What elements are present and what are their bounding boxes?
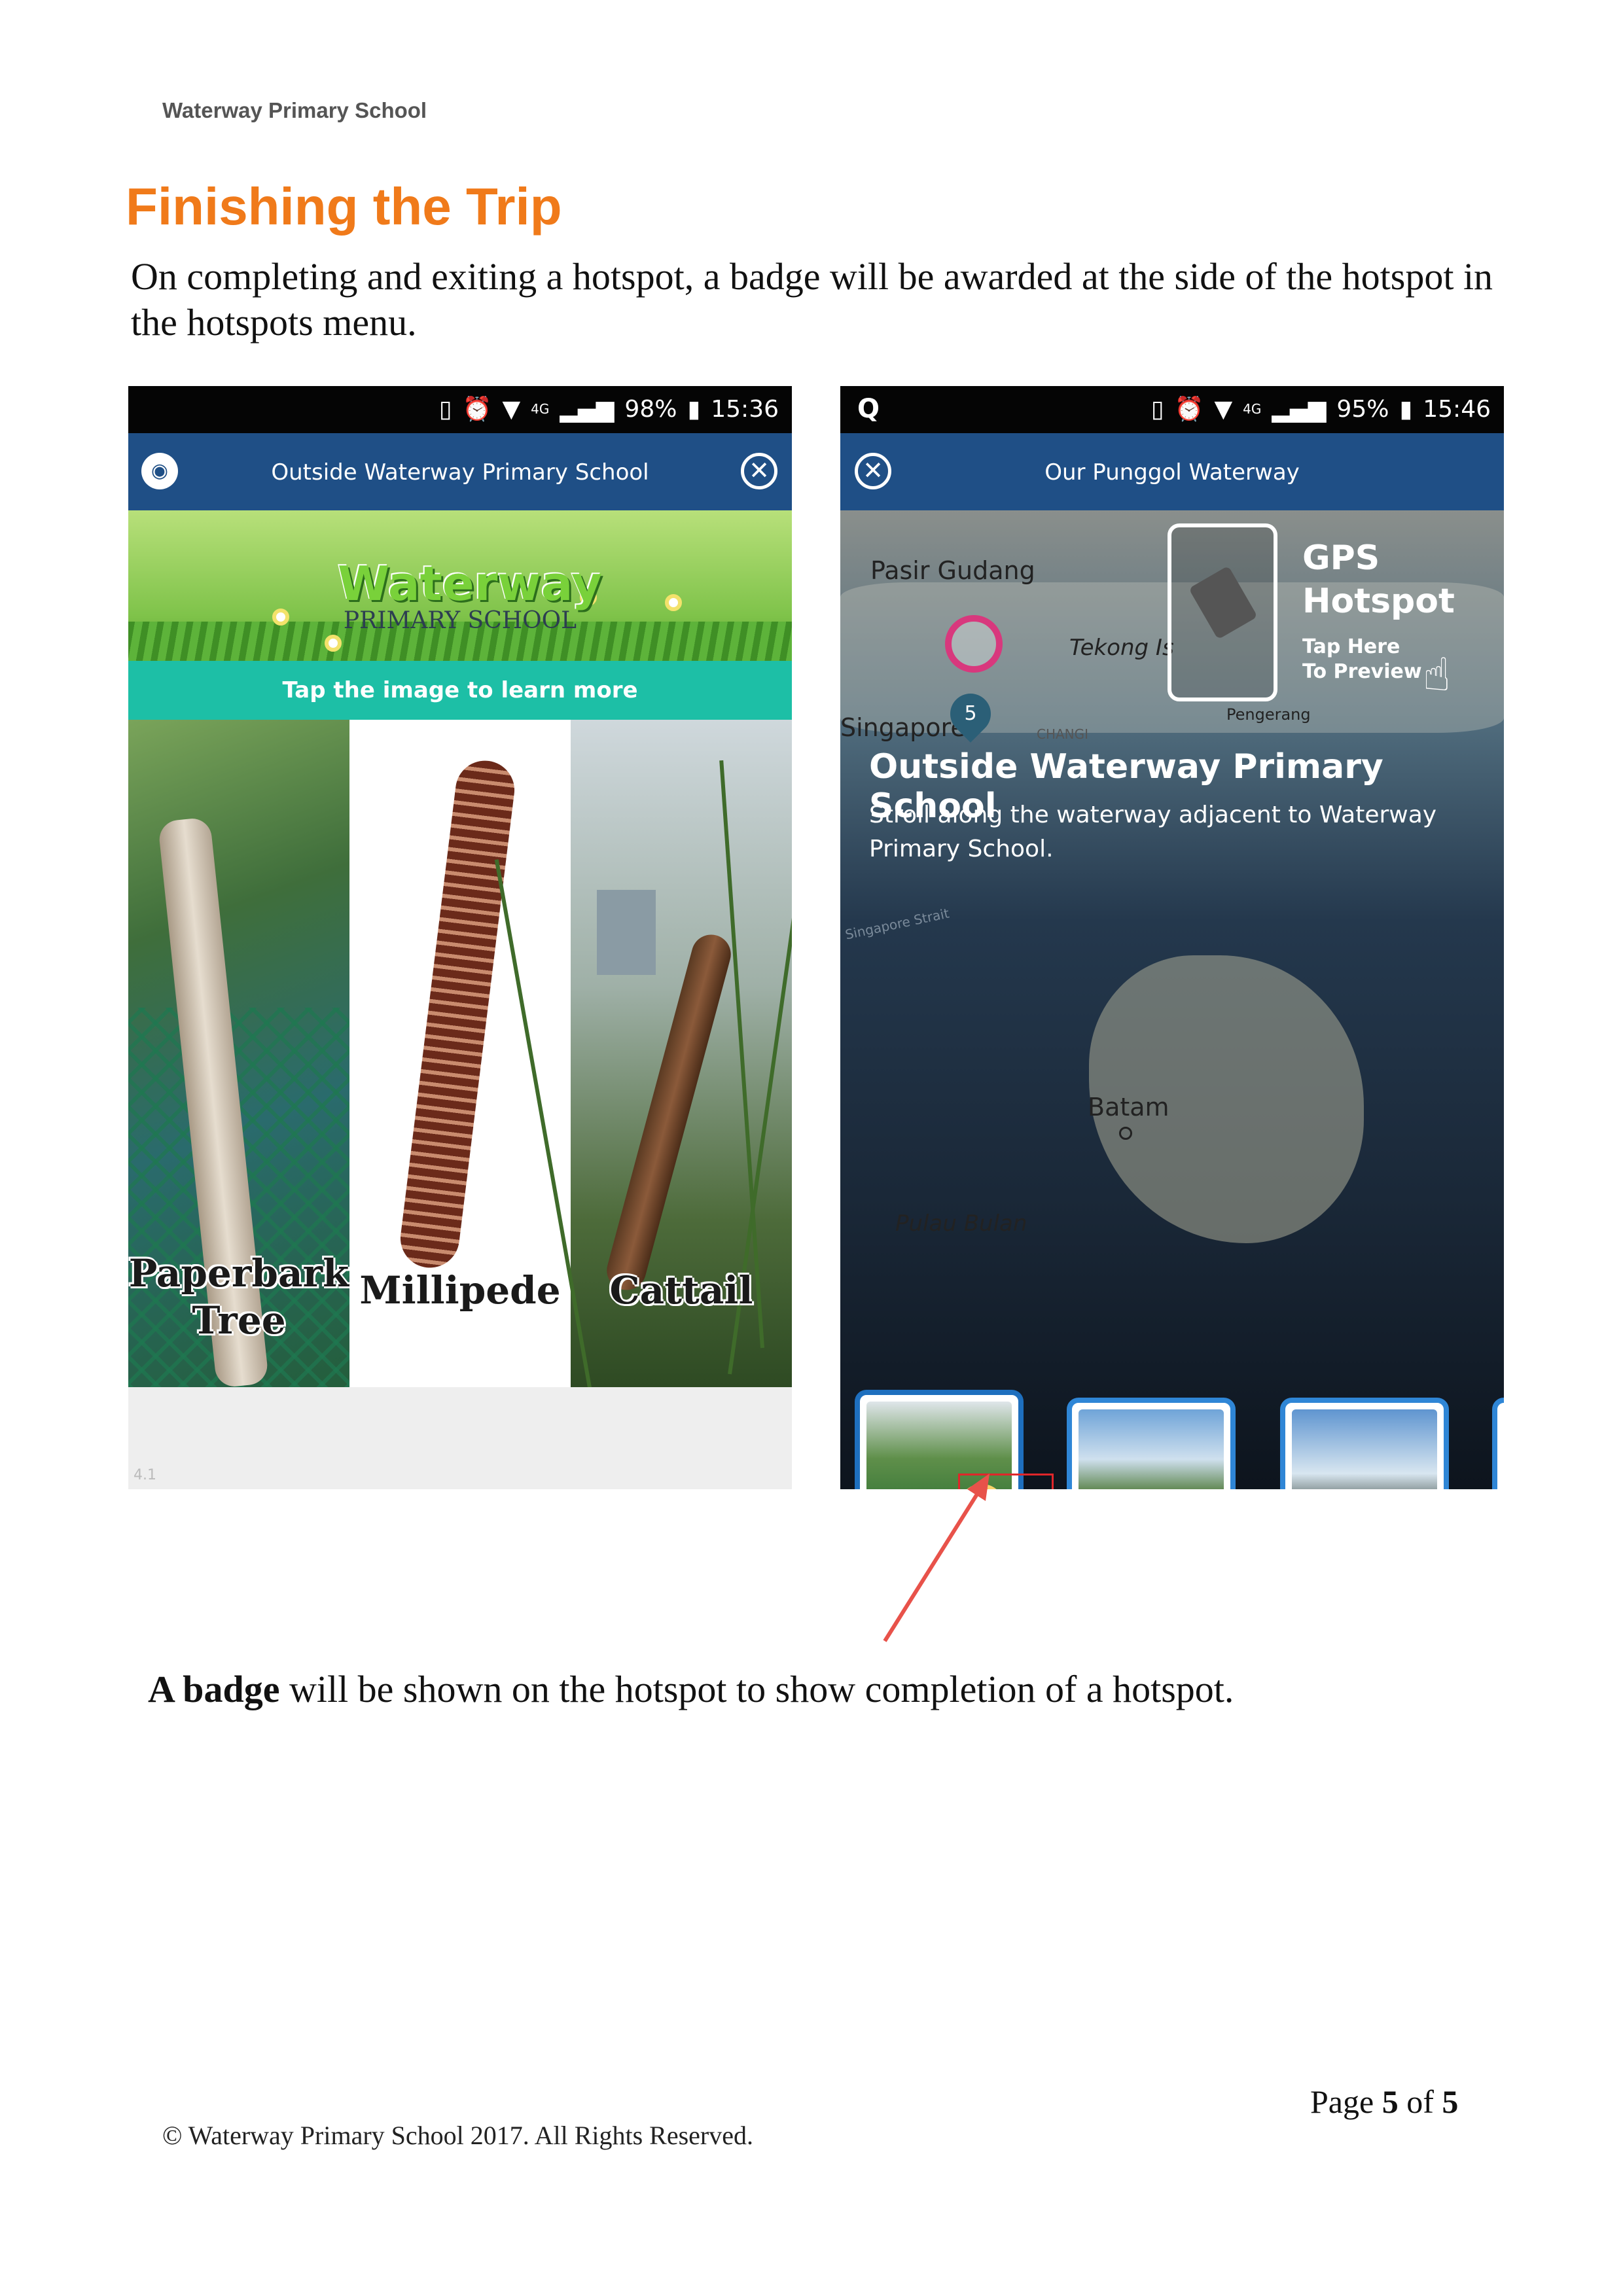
cattail-image [602,930,736,1295]
tap-hand-icon: ☝ [1423,648,1451,701]
vibrate-icon: ▯ [1150,395,1164,423]
map-label: Batam [1088,1093,1169,1122]
map-label: Pulau Bulan [895,1210,1027,1237]
signal-icon: ▂▄▆ [560,395,615,423]
millipede-image [397,757,518,1271]
app-bar-title: Our Punggol Waterway [1044,459,1300,486]
page-total: 5 [1442,2083,1459,2120]
reed-image [719,760,764,1349]
thumbnail-image [1292,1409,1437,1489]
alarm-icon: ⏰ [1174,396,1204,423]
panel-millipede[interactable]: Millipede [349,720,571,1387]
signal-icon: ▂▄▆ [1272,395,1327,423]
alarm-icon: ⏰ [462,396,492,423]
flower-icon [665,594,682,611]
network-label: 4G [531,401,550,417]
hotspot-thumbnail[interactable] [1492,1398,1504,1489]
hotspot-thumbnail[interactable] [1067,1398,1236,1489]
document-header: Waterway Primary School [162,98,427,122]
empty-area [128,1387,792,1489]
version-label: 4.1 [134,1467,156,1483]
page-prefix: Page [1310,2083,1382,2120]
page-number: Page 5 of 5 [1310,2083,1458,2121]
battery-level: 98% [624,395,677,423]
intro-paragraph: On completing and exiting a hotspot, a b… [131,255,1493,344]
map-label: CHANGI [1037,726,1089,742]
satellite-icon [1188,565,1258,640]
page-of: of [1398,2083,1442,2120]
gps-title-line2: Hotspot [1302,582,1455,621]
badge-caption: A badge will be shown on the hotspot to … [148,1667,1234,1711]
wifi-icon: ▼ [502,395,521,423]
gps-preview-link[interactable]: Tap Here To Preview [1302,635,1422,684]
hotspot-pin[interactable] [945,615,1003,673]
logo-subtitle: PRIMARY SCHOOL [343,607,577,634]
gps-title-line1: GPS [1302,539,1380,578]
panel-paperbark-tree[interactable]: Paperbark Tree [128,720,349,1388]
clock: 15:36 [711,395,779,423]
page-current: 5 [1382,2083,1399,2120]
screenshot-hotspot-activity: ▯ ⏰ ▼ 4G ▂▄▆ 98% ▮ 15:36 ◉ Outside Water… [128,386,792,1489]
school-logo: Waterway PRIMARY SCHOOL [338,556,603,634]
battery-level: 95% [1336,395,1389,423]
panel-label: Paperbark Tree [128,1251,349,1343]
copyright-footer: © Waterway Primary School 2017. All Righ… [162,2121,753,2150]
panel-cattail[interactable]: Cattail [494,720,792,1440]
clock: 15:46 [1423,395,1491,423]
building-image [597,890,656,975]
map-label: Singapore Strait [844,905,951,943]
vibrate-icon: ▯ [438,395,452,423]
close-icon[interactable]: ✕ [741,453,777,489]
caption-rest: will be shown on the hotspot to show com… [279,1668,1234,1710]
battery-icon: ▮ [1399,395,1413,423]
app-bar: ✕ Our Punggol Waterway [840,433,1504,510]
battery-icon: ▮ [687,395,701,423]
pin-count: 5 [964,702,977,725]
map-view[interactable]: Pasir Gudang Tekong Is Singapore Pengera… [840,510,1504,1489]
map-label: Pengerang [1226,705,1311,724]
badge-highlight-box [958,1474,1054,1489]
caption-bold: A badge [148,1668,280,1710]
school-banner[interactable]: Waterway PRIMARY SCHOOL [128,510,792,661]
status-bar: Q ▯ ⏰ ▼ 4G ▂▄▆ 95% ▮ 15:46 [840,386,1504,433]
screenshot-hotspots-menu: Q ▯ ⏰ ▼ 4G ▂▄▆ 95% ▮ 15:46 ✕ Our Punggol… [840,386,1504,1489]
flower-icon [272,609,289,626]
logo-word: Waterway [338,556,603,611]
flower-icon [325,635,342,652]
section-title: Finishing the Trip [126,177,562,236]
map-label: Pasir Gudang [870,556,1035,585]
map-label: Tekong Is [1069,635,1174,661]
app-notification-icon: Q [857,394,880,424]
panel-label: Millipede [359,1268,561,1313]
thumbnail-image [1079,1409,1224,1489]
hotspot-cluster-pin[interactable]: 5 [942,685,999,743]
map-dot [1119,1127,1132,1140]
hotspot-description: Stroll along the waterway adjacent to Wa… [869,802,1437,862]
status-bar: ▯ ⏰ ▼ 4G ▂▄▆ 98% ▮ 15:36 [128,386,792,433]
tap-line1: Tap Here [1302,635,1400,658]
panel-label: Cattail [609,1268,753,1313]
map-label: Singapore [840,713,966,742]
hotspot-thumbnail[interactable] [1280,1398,1449,1489]
tap-line2: To Preview [1302,660,1422,683]
arrow-line [883,1492,980,1642]
phone-gps-icon[interactable] [1168,523,1277,701]
network-label: 4G [1243,401,1262,417]
app-bar-title: Outside Waterway Primary School [271,459,649,486]
gps-title: GPS Hotspot [1302,537,1455,623]
wifi-icon: ▼ [1214,395,1233,423]
tap-hint-bar: Tap the image to learn more [128,661,792,720]
app-bar: ◉ Outside Waterway Primary School ✕ [128,433,792,510]
